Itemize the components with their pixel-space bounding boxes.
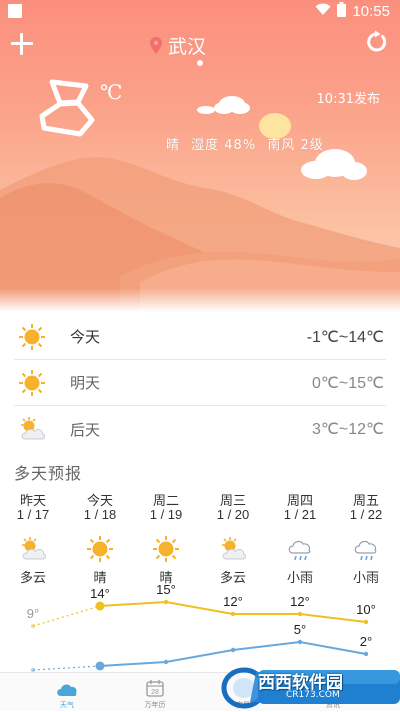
high-temp-label: 12° bbox=[223, 594, 243, 609]
current-wind: 南风 2级 bbox=[267, 138, 324, 153]
temp-point bbox=[230, 647, 236, 653]
notification-icon bbox=[8, 4, 22, 18]
high-temp-label: 15° bbox=[156, 582, 176, 597]
forecast-date: 1 / 18 bbox=[83, 507, 117, 522]
sunny-icon bbox=[152, 535, 180, 563]
forecast-weekday: 周二 bbox=[152, 494, 179, 509]
forecast-date: 1 / 22 bbox=[349, 507, 383, 522]
watermark-url: CR173.COM bbox=[286, 690, 340, 700]
wifi-icon bbox=[315, 3, 331, 20]
temp-point bbox=[363, 619, 369, 625]
temp-point bbox=[297, 611, 303, 617]
forecast-weekday: 今天 bbox=[86, 494, 113, 509]
current-humidity: 湿度 48% bbox=[191, 138, 257, 153]
day-row-today[interactable]: 今天 -1℃~14℃ bbox=[14, 314, 386, 360]
tab-label: 天气 bbox=[60, 701, 74, 709]
trend-segment-past bbox=[32, 605, 101, 627]
calendar-day: 28 bbox=[151, 689, 159, 696]
partly-cloudy-icon bbox=[21, 417, 45, 440]
forecast-weekday: 昨天 bbox=[19, 494, 46, 509]
high-temp-label: 14° bbox=[90, 586, 110, 601]
forecast-section-title: 多天预报 bbox=[14, 464, 83, 483]
battery-icon bbox=[337, 2, 347, 21]
temp-point bbox=[163, 599, 169, 605]
light-rain-icon bbox=[286, 535, 314, 563]
publish-time: 10:31发布 bbox=[316, 92, 380, 107]
city-selector[interactable]: 武汉 bbox=[150, 32, 206, 59]
forecast-date: 1 / 19 bbox=[149, 507, 183, 522]
status-bar: 10:55 bbox=[0, 0, 400, 24]
weather-cloud-icon bbox=[57, 684, 77, 696]
forecast-date: 1 / 20 bbox=[216, 507, 250, 522]
low-temp-label: 5° bbox=[294, 622, 306, 637]
day-temp-range: 3℃~12℃ bbox=[312, 421, 384, 438]
add-city-button[interactable] bbox=[10, 32, 34, 56]
day-name: 后天 bbox=[70, 420, 101, 439]
day-row-after-tomorrow[interactable]: 后天 3℃~12℃ bbox=[14, 406, 386, 452]
light-rain-icon bbox=[352, 535, 380, 563]
day-summary-list: 今天 -1℃~14℃ 明天 0℃~15℃ 后天 3℃~12℃ bbox=[14, 314, 386, 452]
current-condition: 晴 bbox=[166, 138, 181, 153]
partly-cloudy-icon bbox=[219, 535, 247, 563]
tab-weather[interactable]: 天气 bbox=[17, 673, 117, 712]
temperature-trend-chart: 9° 14° 15° 12° 12° 5° 10° 2° bbox=[27, 582, 376, 672]
forecast-weekday: 周三 bbox=[219, 494, 246, 509]
high-temp-label: 10° bbox=[356, 602, 376, 617]
high-temp-label: 12° bbox=[290, 594, 310, 609]
temp-point bbox=[95, 601, 105, 611]
forecast-weekday: 周四 bbox=[286, 494, 313, 509]
city-name: 武汉 bbox=[168, 36, 207, 58]
low-temp-label: 2° bbox=[360, 634, 372, 649]
current-conditions: 晴 湿度 48% 南风 2级 bbox=[166, 134, 330, 153]
sunny-icon bbox=[19, 369, 45, 396]
location-pin-icon bbox=[150, 37, 162, 54]
temp-point bbox=[30, 623, 36, 629]
weather-hero: 10:55 武汉 8 ℃ 10:31发布 晴 湿度 48% 南风 2级 bbox=[0, 0, 400, 312]
day-row-tomorrow[interactable]: 明天 0℃~15℃ bbox=[14, 360, 386, 406]
day-name: 今天 bbox=[70, 328, 101, 346]
sunny-icon bbox=[86, 535, 114, 563]
high-temp-label: 9° bbox=[27, 606, 39, 621]
forecast-date: 1 / 17 bbox=[16, 507, 50, 522]
tab-label: 万年历 bbox=[144, 701, 166, 709]
calendar-icon: 28 bbox=[146, 680, 164, 697]
forecast-date: 1 / 21 bbox=[283, 507, 317, 522]
refresh-icon[interactable] bbox=[364, 30, 388, 54]
temp-point bbox=[230, 611, 236, 617]
forecast-weekday: 周五 bbox=[352, 494, 379, 509]
trend-segment-past bbox=[32, 665, 101, 671]
temp-point bbox=[163, 659, 169, 665]
temp-point bbox=[297, 639, 303, 645]
day-temp-range: 0℃~15℃ bbox=[312, 374, 384, 392]
tab-calendar[interactable]: 28 万年历 bbox=[105, 673, 205, 712]
day-name: 明天 bbox=[70, 374, 101, 392]
page-indicator bbox=[197, 60, 203, 66]
current-temperature-digit bbox=[39, 79, 95, 137]
low-temp-line bbox=[99, 640, 367, 667]
status-time: 10:55 bbox=[352, 3, 390, 20]
day-temp-range: -1℃~14℃ bbox=[306, 328, 384, 346]
temperature-unit: ℃ bbox=[100, 80, 123, 104]
partly-cloudy-icon bbox=[19, 535, 47, 563]
temp-point bbox=[95, 661, 105, 671]
sunny-icon bbox=[19, 323, 45, 350]
temp-point bbox=[363, 651, 369, 657]
